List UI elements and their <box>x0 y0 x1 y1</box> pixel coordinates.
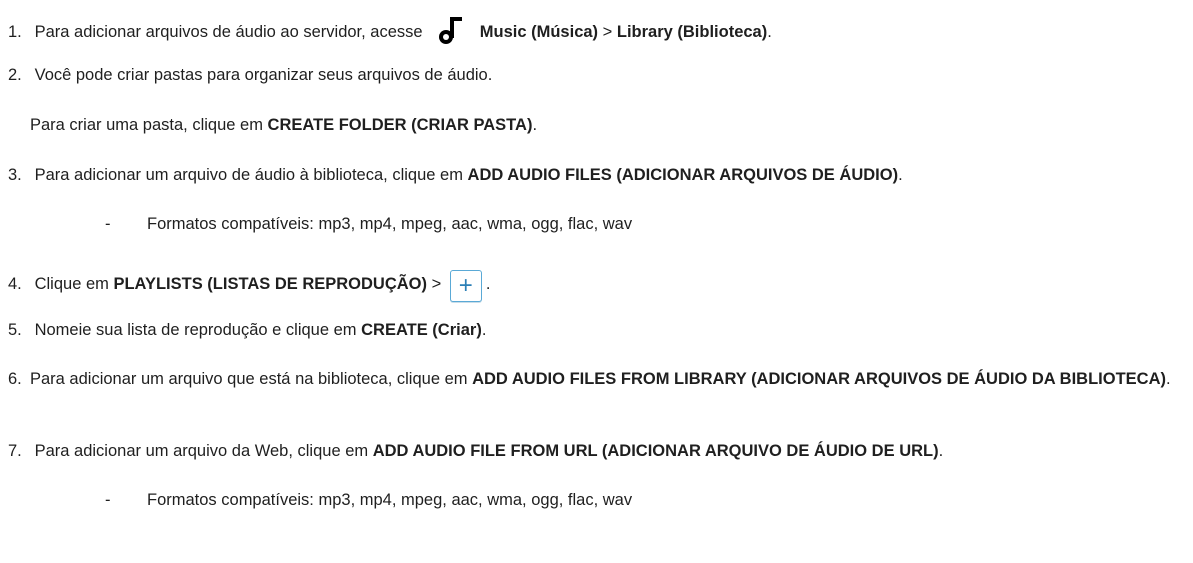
bullet-dash: - <box>105 215 111 233</box>
step-text: Para adicionar um arquivo de áudio à bib… <box>34 166 468 184</box>
step-end: . <box>898 166 903 184</box>
step-5: 5. Nomeie sua lista de reprodução e cliq… <box>8 320 1183 340</box>
step-number: 4. <box>8 275 22 293</box>
step-number: 6. <box>8 370 22 388</box>
step-end: . <box>485 275 491 293</box>
step-text: Nomeie sua lista de reprodução e clique … <box>34 321 362 339</box>
step-3-bullet: - Formatos compatíveis: mp3, mp4, mpeg, a… <box>105 214 632 234</box>
step-7-bullet: - Formatos compatíveis: mp3, mp4, mpeg, a… <box>105 490 632 510</box>
menu-path-music: Music (Música) <box>479 23 599 41</box>
formats-text: Formatos compatíveis: mp3, mp4, mpeg, aa… <box>147 215 633 233</box>
step-2-detail: Para criar uma pasta, clique em CREATE F… <box>30 115 537 135</box>
step-number: 2. <box>8 66 22 84</box>
step-end: . <box>938 442 944 460</box>
add-from-url-label: ADD AUDIO FILE FROM URL (ADICIONAR ARQUI… <box>372 442 939 460</box>
add-playlist-button[interactable]: + <box>449 270 482 302</box>
step-3: 3. Para adicionar um arquivo de áudio à … <box>8 165 1183 185</box>
step-text: Você pode criar pastas para organizar se… <box>34 66 493 84</box>
step-2: 2. Você pode criar pastas para organizar… <box>8 65 1183 85</box>
step-number: 5. <box>8 321 22 339</box>
add-audio-files-label: ADD AUDIO FILES (ADICIONAR ARQUIVOS DE Á… <box>467 166 899 184</box>
step-end: . <box>481 321 487 339</box>
step-number: 3. <box>8 166 22 184</box>
step-text: Clique em <box>34 275 114 293</box>
step-text: Para adicionar um arquivo da Web, clique… <box>34 442 373 460</box>
step-end: . <box>1166 370 1171 388</box>
bullet-dash: - <box>105 491 111 509</box>
step-1: 1. Para adicionar arquivos de áudio ao s… <box>8 15 1183 45</box>
step-6: 6. Para adicionar um arquivo que está na … <box>8 369 1183 389</box>
step-text: Para criar uma pasta, clique em <box>30 116 268 134</box>
step-text: Para adicionar um arquivo que está na bi… <box>30 370 473 388</box>
step-4: 4. Clique em PLAYLISTS (LISTAS DE REPROD… <box>8 270 1183 302</box>
playlists-label: PLAYLISTS (LISTAS DE REPRODUÇÃO) <box>113 275 427 293</box>
create-label: CREATE (Criar) <box>361 321 482 339</box>
separator: > <box>427 275 446 293</box>
music-note-icon <box>439 17 463 44</box>
formats-text: Formatos compatíveis: mp3, mp4, mpeg, aa… <box>147 491 633 509</box>
create-folder-label: CREATE FOLDER (CRIAR PASTA) <box>267 116 533 134</box>
step-number: 7. <box>8 442 22 460</box>
step-text: Para adicionar arquivos de áudio ao serv… <box>34 23 423 41</box>
step-end: . <box>532 116 538 134</box>
step-end: . <box>767 23 772 41</box>
step-7: 7. Para adicionar um arquivo da Web, cli… <box>8 441 1183 461</box>
add-from-library-label: ADD AUDIO FILES FROM LIBRARY (ADICIONAR … <box>472 370 1167 388</box>
step-number: 1. <box>8 23 22 41</box>
separator: > <box>598 23 617 41</box>
menu-path-library: Library (Biblioteca) <box>616 23 768 41</box>
